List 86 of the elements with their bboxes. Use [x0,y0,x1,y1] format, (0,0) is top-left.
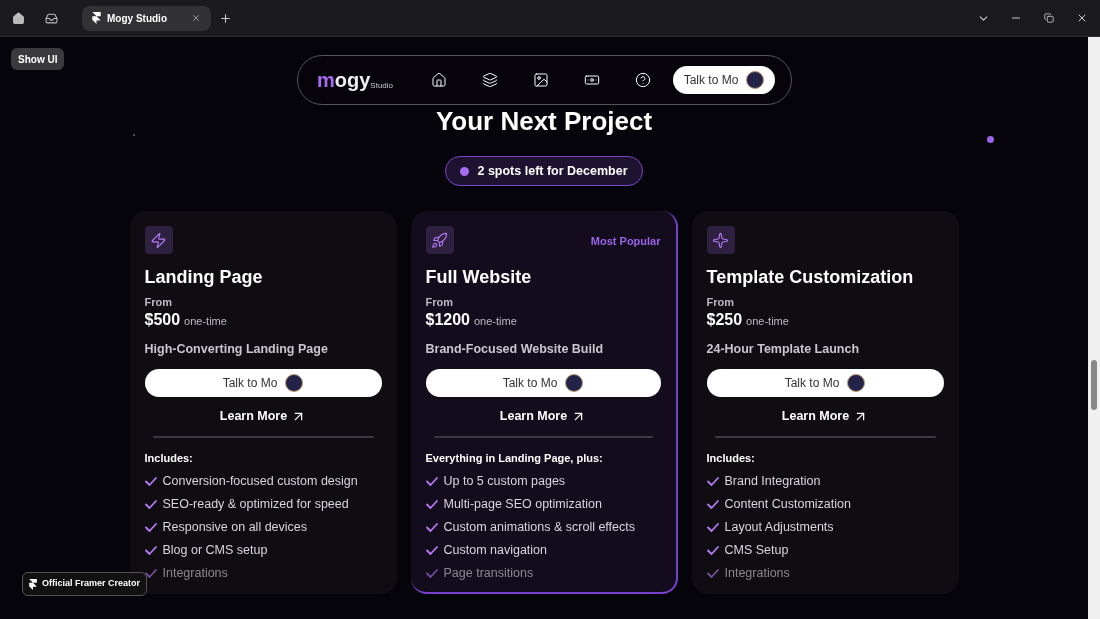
avatar [746,71,765,89]
from-label: From [706,295,735,310]
avatar [847,374,866,392]
home-icon[interactable] [431,72,448,88]
scrollbar[interactable] [1088,37,1100,619]
check-icon [144,568,157,578]
plan-title: Template Customization [706,266,915,289]
feature-text: Brand Integration [724,472,821,490]
feature-text: Custom animations & scroll effects [443,518,635,536]
feature-text: Integrations [162,564,228,582]
restore-icon[interactable] [1044,13,1054,23]
creator-badge-text: Official Framer Creator [42,577,141,591]
inbox-icon[interactable] [45,11,58,25]
home-icon[interactable] [12,11,25,25]
check-icon [706,522,719,532]
browser-tab[interactable]: Mogy Studio [82,5,211,31]
sparkle-icon [712,231,729,249]
check-icon [706,568,719,578]
layers-icon[interactable] [482,72,499,88]
check-icon [144,476,157,486]
feature-text: CMS Setup [724,541,789,559]
logo[interactable]: mogy [317,70,371,90]
close-icon[interactable] [1076,12,1088,24]
logo-subtitle: Studio [370,81,394,90]
plan-price: $250 [706,310,743,330]
check-icon [425,545,438,555]
talk-button[interactable]: Talk to Mo [425,369,661,397]
framer-logo-icon [29,578,37,590]
image-icon[interactable] [533,72,550,88]
price-period: one-time [184,314,227,329]
check-icon [425,522,438,532]
price-period: one-time [746,314,789,329]
talk-button[interactable]: Talk to Mo [673,66,775,94]
from-label: From [425,295,454,310]
scroll-thumb[interactable] [1091,360,1097,410]
price-period: one-time [474,314,517,329]
plan-price: $1200 [425,310,470,330]
creator-badge[interactable]: Official Framer Creator [22,572,148,596]
check-icon [425,568,438,578]
feature-text: Content Customization [724,495,851,513]
check-icon [706,545,719,555]
rocket-icon [431,231,448,249]
plan-subtitle: High-Converting Landing Page [144,341,329,357]
check-icon [425,499,438,509]
from-label: From [144,295,173,310]
check-icon [144,522,157,532]
feature-text: Integrations [724,564,790,582]
plan-subtitle: 24-Hour Template Launch [706,341,861,357]
learn-more-link[interactable]: Learn More [499,407,587,426]
feature-text: Responsive on all devices [162,518,308,536]
plan-subtitle: Brand-Focused Website Build [425,341,605,357]
feature-text: Page transitions [443,564,534,582]
avatar [285,374,304,392]
learn-more-link[interactable]: Learn More [219,407,307,426]
includes-title: Everything in Landing Page, plus: [425,450,604,466]
check-icon [425,476,438,486]
lightning-icon [150,231,167,249]
framer-logo-icon [92,12,101,24]
feature-text: SEO-ready & optimized for speed [162,495,349,513]
page-heading: Your Next Project [435,105,653,137]
talk-button[interactable]: Talk to Mo [706,369,944,397]
show-ui-button[interactable]: Show UI [11,48,65,70]
check-icon [706,476,719,486]
new-tab-icon[interactable] [219,11,232,25]
feature-text: Custom navigation [443,541,548,559]
includes-title: Includes: [706,450,756,466]
plan-price: $500 [144,310,181,330]
check-icon [144,545,157,555]
feature-text: Multi-page SEO optimization [443,495,602,513]
tab-title: Mogy Studio [107,11,168,26]
plan-title: Landing Page [144,266,264,289]
feature-text: Conversion-focused custom design [162,472,358,490]
avatar [565,374,584,392]
feature-text: Layout Adjustments [724,518,834,536]
feature-text: Blog or CMS setup [162,541,268,559]
help-icon[interactable] [635,72,652,88]
check-icon [706,499,719,509]
plan-title: Full Website [425,266,533,289]
includes-title: Includes: [144,450,194,466]
availability-text: 2 spots left for December [477,162,628,180]
talk-button[interactable]: Talk to Mo [144,369,382,397]
learn-more-link[interactable]: Learn More [781,407,869,426]
feature-text: Up to 5 custom pages [443,472,566,490]
check-icon [144,499,157,509]
banknote-icon[interactable] [584,72,601,88]
popular-label: Most Popular [590,234,661,249]
